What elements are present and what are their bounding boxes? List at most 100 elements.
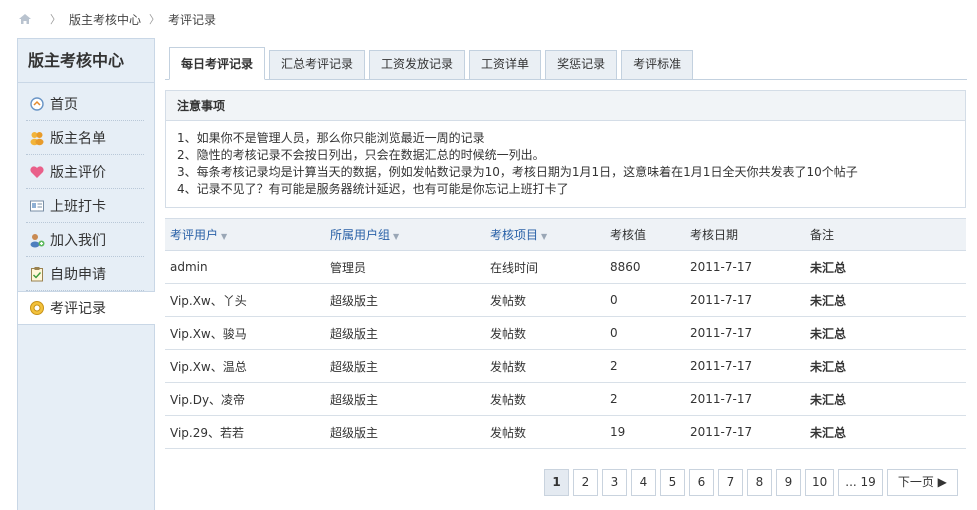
page-button[interactable]: 8 (747, 469, 772, 496)
page-button-current[interactable]: 1 (544, 469, 569, 496)
sort-arrow-icon: ▼ (221, 232, 228, 241)
tab-daily-records[interactable]: 每日考评记录 (169, 47, 266, 80)
cell-user: admin (165, 250, 325, 284)
breadcrumb-link[interactable]: 版主考核中心 (69, 11, 141, 28)
page-button[interactable]: 6 (689, 469, 714, 496)
sidebar: 版主考核中心 首页 版主名单 版主评价 上班打卡 加入我们 自助申请 考评记录 (17, 38, 155, 510)
sidebar-item-label: 版主名单 (50, 131, 106, 147)
sidebar-title: 版主考核中心 (18, 39, 154, 83)
sidebar-item-join[interactable]: 加入我们 (18, 223, 154, 257)
cell-value: 8860 (605, 250, 685, 284)
page-button[interactable]: 3 (602, 469, 627, 496)
sidebar-menu: 首页 版主名单 版主评价 上班打卡 加入我们 自助申请 考评记录 (18, 83, 155, 325)
cell-group: 超级版主 (325, 349, 485, 383)
page-button[interactable]: 9 (776, 469, 801, 496)
home-icon[interactable] (18, 13, 32, 25)
cell-item: 发帖数 (485, 415, 605, 449)
heart-icon (29, 164, 45, 180)
breadcrumb: 〉 版主考核中心 〉 考评记录 (0, 0, 977, 38)
sort-arrow-icon: ▼ (393, 232, 400, 241)
page-button-last[interactable]: ... 19 (838, 469, 883, 496)
cell-item: 发帖数 (485, 349, 605, 383)
notice-line: 4、记录不见了？有可能是服务器统计延迟，也有可能是你忘记上班打卡了 (177, 182, 569, 196)
cell-item: 发帖数 (485, 283, 605, 317)
table-row: Vip.Xw、骏马 超级版主 发帖数 0 2011-7-17 未汇总 (165, 316, 966, 350)
page-button[interactable]: 5 (660, 469, 685, 496)
column-header-user[interactable]: 考评用户 ▼ (165, 218, 325, 251)
column-header-group[interactable]: 所属用户组 ▼ (325, 218, 485, 251)
tab-summary-records[interactable]: 汇总考评记录 (269, 50, 366, 79)
page-button[interactable]: 4 (631, 469, 656, 496)
cell-group: 超级版主 (325, 382, 485, 416)
table-row: Vip.Xw、丫头 超级版主 发帖数 0 2011-7-17 未汇总 (165, 283, 966, 317)
sidebar-item-records[interactable]: 考评记录 (18, 291, 155, 325)
cell-value: 0 (605, 316, 685, 350)
table-row: Vip.29、若若 超级版主 发帖数 19 2011-7-17 未汇总 (165, 415, 966, 449)
column-header-item[interactable]: 考核项目 ▼ (485, 218, 605, 251)
cell-value: 0 (605, 283, 685, 317)
cell-date: 2011-7-17 (685, 382, 805, 416)
tab-salary-payments[interactable]: 工资发放记录 (369, 50, 466, 79)
sidebar-item-label: 版主评价 (50, 165, 106, 181)
cell-user: Vip.Xw、丫头 (165, 283, 325, 317)
add-user-icon (29, 232, 45, 248)
cell-value: 2 (605, 349, 685, 383)
tab-evaluation-criteria[interactable]: 考评标准 (621, 50, 694, 79)
cell-group: 超级版主 (325, 283, 485, 317)
sidebar-item-label: 自助申请 (50, 267, 106, 283)
cell-remark: 未汇总 (805, 250, 966, 284)
sort-arrow-icon: ▼ (541, 232, 548, 241)
pagination: 1 2 3 4 5 6 7 8 9 10 ... 19 下一页 ▶ (544, 469, 962, 496)
cell-group: 超级版主 (325, 415, 485, 449)
tab-bar: 每日考评记录 汇总考评记录 工资发放记录 工资详单 奖惩记录 考评标准 (165, 46, 967, 80)
cell-user: Vip.Xw、骏马 (165, 316, 325, 350)
sidebar-item-apply[interactable]: 自助申请 (18, 257, 154, 291)
main-content: 每日考评记录 汇总考评记录 工资发放记录 工资详单 奖惩记录 考评标准 注意事项… (165, 46, 967, 449)
sidebar-item-evaluation[interactable]: 版主评价 (18, 155, 154, 189)
sidebar-item-label: 加入我们 (50, 233, 106, 249)
cell-remark: 未汇总 (805, 382, 966, 416)
tab-rewards-penalties[interactable]: 奖惩记录 (545, 50, 618, 79)
cell-value: 2 (605, 382, 685, 416)
home-icon (29, 96, 45, 112)
card-icon (29, 198, 45, 214)
sidebar-item-moderators[interactable]: 版主名单 (18, 121, 154, 155)
page-button[interactable]: 10 (805, 469, 835, 496)
page-button[interactable]: 2 (573, 469, 598, 496)
cell-date: 2011-7-17 (685, 415, 805, 449)
cell-date: 2011-7-17 (685, 316, 805, 350)
table-row: Vip.Xw、温总 超级版主 发帖数 2 2011-7-17 未汇总 (165, 349, 966, 383)
table-row: admin 管理员 在线时间 8860 2011-7-17 未汇总 (165, 250, 966, 284)
column-header-remark: 备注 (805, 218, 966, 251)
cell-group: 超级版主 (325, 316, 485, 350)
column-header-value: 考核值 (605, 218, 685, 251)
page-button[interactable]: 7 (718, 469, 743, 496)
cell-date: 2011-7-17 (685, 349, 805, 383)
cell-item: 在线时间 (485, 250, 605, 284)
clipboard-icon (29, 266, 45, 282)
cell-date: 2011-7-17 (685, 283, 805, 317)
table-row: Vip.Dy、凌帝 超级版主 发帖数 2 2011-7-17 未汇总 (165, 382, 966, 416)
notice-title: 注意事项 (166, 91, 965, 121)
sidebar-item-label: 上班打卡 (50, 199, 106, 215)
sidebar-item-checkin[interactable]: 上班打卡 (18, 189, 154, 223)
tab-salary-details[interactable]: 工资详单 (469, 50, 542, 79)
chevron-right-icon: 〉 (50, 13, 61, 26)
records-table: 考评用户 ▼ 所属用户组 ▼ 考核项目 ▼ 考核值 考核日期 备注 admin 管理员… (165, 218, 966, 449)
notice-panel: 注意事项 1、如果你不是管理人员，那么你只能浏览最近一周的记录 2、隐性的考核记… (165, 90, 966, 208)
cell-user: Vip.Xw、温总 (165, 349, 325, 383)
column-header-date: 考核日期 (685, 218, 805, 251)
users-icon (29, 130, 45, 146)
next-page-button[interactable]: 下一页 ▶ (886, 469, 958, 496)
notice-line: 3、每条考核记录均是计算当天的数据，例如发帖数记录为10，考核日期为1月1日，这… (177, 165, 858, 179)
table-header-row: 考评用户 ▼ 所属用户组 ▼ 考核项目 ▼ 考核值 考核日期 备注 (165, 218, 966, 251)
cell-date: 2011-7-17 (685, 250, 805, 284)
sidebar-item-home[interactable]: 首页 (18, 87, 154, 121)
notice-line: 2、隐性的考核记录不会按日列出，只会在数据汇总的时候统一列出。 (177, 148, 545, 162)
cell-user: Vip.Dy、凌帝 (165, 382, 325, 416)
cell-item: 发帖数 (485, 382, 605, 416)
breadcrumb-current: 考评记录 (168, 12, 217, 27)
cell-item: 发帖数 (485, 316, 605, 350)
cell-user: Vip.29、若若 (165, 415, 325, 449)
record-icon (29, 300, 45, 316)
